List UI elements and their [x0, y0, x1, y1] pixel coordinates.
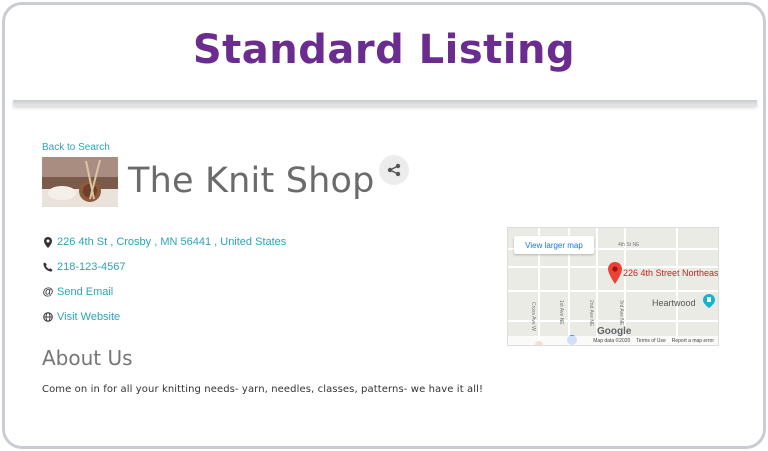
share-button[interactable] — [379, 155, 409, 185]
street-label-cross: Cross Ave W — [530, 302, 536, 331]
address-link[interactable]: 226 4th St , Crosby , MN 56441 , United … — [57, 236, 286, 248]
map-poi-label: Heartwood — [652, 298, 696, 308]
website-row: Visit Website — [42, 311, 120, 323]
banner-title: Standard Listing — [192, 27, 576, 73]
at-icon: @ — [42, 286, 54, 298]
banner-divider — [13, 100, 757, 106]
listing-title: The Knit Shop — [128, 161, 375, 201]
send-email-link[interactable]: Send Email — [57, 286, 113, 298]
email-row: @ Send Email — [42, 286, 114, 298]
map-footer: Map data ©2020 Terms of Use Report a map… — [508, 336, 718, 345]
page-frame: Standard Listing — [2, 2, 766, 449]
globe-icon — [42, 311, 54, 323]
report-map-error-link[interactable]: Report a map error — [672, 338, 714, 344]
about-text: Come on in for all your knitting needs- … — [42, 384, 484, 395]
street-label-4th: 4th St NE — [618, 242, 640, 248]
map-pin-label: 226 4th Street Northeas — [623, 268, 719, 278]
terms-link[interactable]: Terms of Use — [636, 338, 665, 344]
map-marker-icon — [42, 236, 54, 248]
map-pin-icon[interactable] — [608, 262, 622, 284]
address-row: 226 4th St , Crosby , MN 56441 , United … — [42, 236, 286, 248]
phone-row: 218-123-4567 — [42, 261, 126, 273]
share-icon — [387, 163, 401, 177]
about-heading: About Us — [42, 346, 133, 370]
map-road — [676, 228, 678, 345]
phone-icon — [42, 261, 54, 273]
listing-thumbnail — [42, 157, 118, 207]
street-label-1st: 1st Ave NE — [558, 300, 564, 325]
poi-marker-icon[interactable] — [703, 294, 715, 308]
back-to-search-link[interactable]: Back to Search — [42, 142, 110, 153]
location-map[interactable]: 4th St NE 1st Ave NE 2nd Ave NE 3rd Ave … — [507, 227, 719, 346]
phone-link[interactable]: 218-123-4567 — [57, 261, 126, 273]
view-larger-map-button[interactable]: View larger map — [514, 236, 594, 254]
map-data-label: Map data ©2020 — [593, 337, 631, 344]
visit-website-link[interactable]: Visit Website — [57, 311, 120, 323]
street-label-3rd: 3rd Ave NE — [618, 300, 624, 326]
street-label-2nd: 2nd Ave NE — [588, 300, 594, 327]
